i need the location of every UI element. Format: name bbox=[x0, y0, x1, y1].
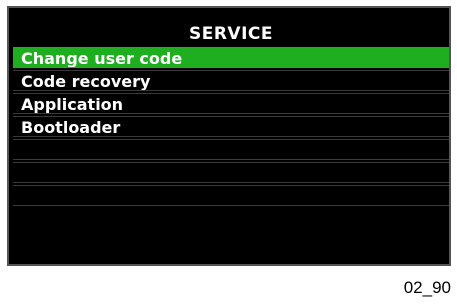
menu-item-code-recovery[interactable]: Code recovery bbox=[13, 70, 449, 91]
display-screen: SERVICE Change user code Code recovery A… bbox=[7, 6, 451, 266]
menu-item-empty bbox=[13, 162, 449, 183]
menu-item-empty bbox=[13, 185, 449, 206]
menu-item-change-user-code[interactable]: Change user code bbox=[13, 47, 449, 68]
menu-item-bootloader[interactable]: Bootloader bbox=[13, 116, 449, 137]
screen-title: SERVICE bbox=[188, 24, 274, 44]
figure-reference-label: 02_90 bbox=[403, 278, 451, 297]
menu-item-application[interactable]: Application bbox=[13, 93, 449, 114]
menu-item-empty bbox=[13, 139, 449, 160]
service-menu: Change user code Code recovery Applicati… bbox=[13, 47, 449, 208]
